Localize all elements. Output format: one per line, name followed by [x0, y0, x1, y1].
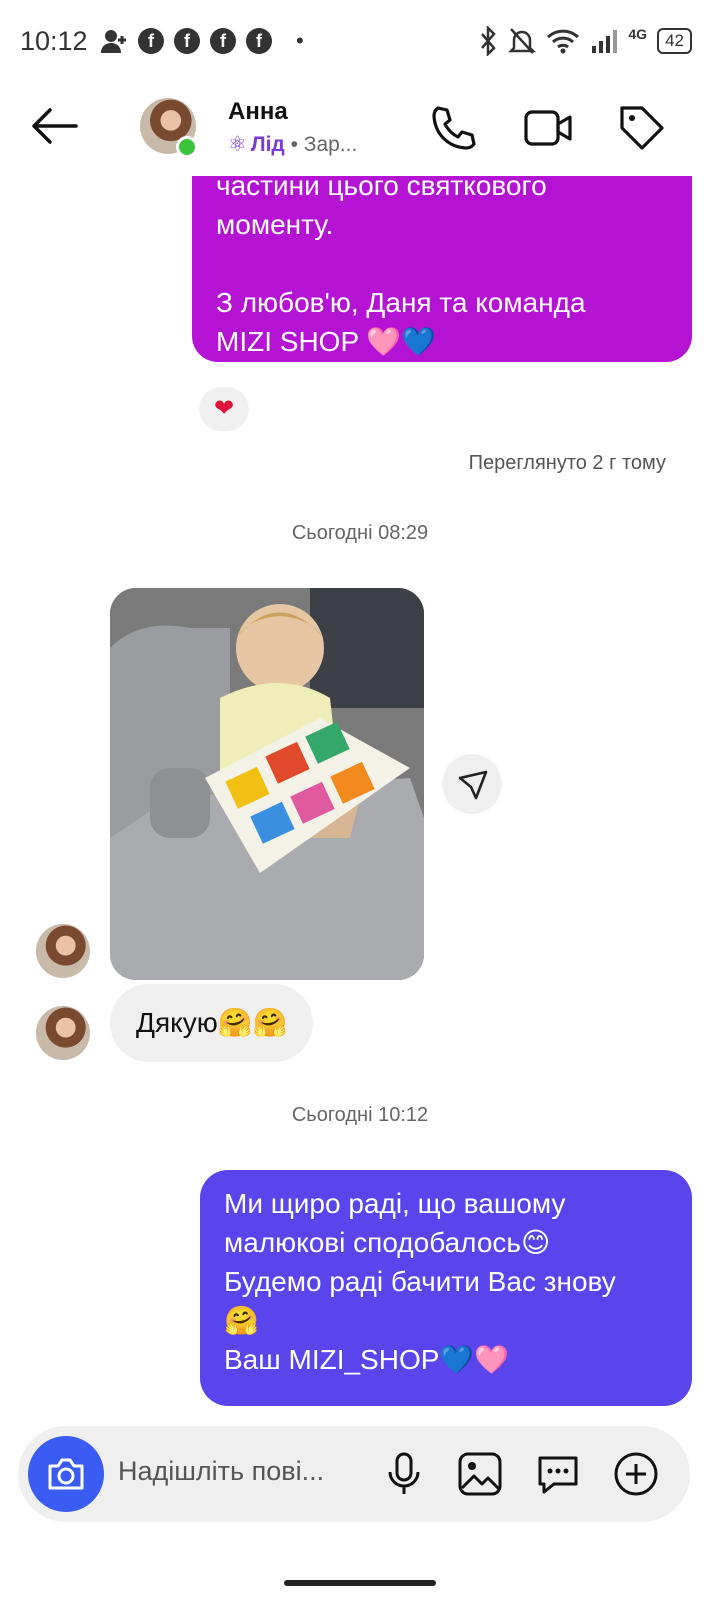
photo-image: [110, 588, 424, 980]
contact-name[interactable]: Анна: [228, 98, 288, 126]
wifi-icon: [547, 29, 580, 54]
battery-level: 42: [657, 28, 692, 54]
facebook-icon: f: [210, 28, 236, 54]
lead-icon: ⚛: [228, 133, 247, 156]
outgoing-message[interactable]: частини цього святкового моменту. З любо…: [192, 176, 692, 362]
add-user-icon: [101, 30, 126, 53]
mute-bell-icon: [508, 28, 537, 54]
video-call-icon[interactable]: [522, 102, 574, 154]
camera-button[interactable]: [28, 1436, 104, 1512]
status-preview: • Зар...: [290, 133, 358, 156]
add-plus-icon[interactable]: [612, 1450, 660, 1498]
contact-avatar-small[interactable]: [36, 924, 90, 978]
status-bar: 10:12 f f f f • 4G 42: [0, 0, 720, 84]
facebook-icon: f: [138, 28, 164, 54]
microphone-icon[interactable]: [380, 1450, 428, 1498]
share-send-icon[interactable]: [442, 754, 502, 814]
gallery-icon[interactable]: [456, 1450, 504, 1498]
chat-header: Анна ⚛ Лід • Зар...: [0, 84, 720, 176]
contact-meta[interactable]: ⚛ Лід • Зар...: [228, 132, 357, 157]
photo-message[interactable]: [110, 588, 424, 980]
bluetooth-icon: [481, 26, 497, 56]
online-status-indicator: [176, 136, 198, 158]
day-separator: Сьогодні 10:12: [291, 1104, 429, 1126]
home-indicator[interactable]: [284, 1580, 436, 1586]
contact-avatar-small[interactable]: [36, 1006, 90, 1060]
outgoing-message[interactable]: Ми щиро раді, що вашому малюкові сподоба…: [200, 1170, 692, 1406]
sticker-message-icon[interactable]: [534, 1450, 582, 1498]
message-input[interactable]: [118, 1456, 378, 1487]
notification-icons: f f f f •: [100, 28, 304, 54]
more-dot-icon: •: [296, 28, 304, 53]
seen-status: Переглянуто 2 г тому: [468, 452, 666, 474]
facebook-icon: f: [246, 28, 272, 54]
message-composer: [18, 1426, 690, 1522]
signal-icon: [592, 30, 618, 53]
tag-icon[interactable]: [616, 102, 668, 154]
status-time: 10:12: [20, 26, 88, 56]
day-separator: Сьогодні 08:29: [291, 522, 429, 544]
facebook-icon: f: [174, 28, 200, 54]
incoming-message[interactable]: Дякую🤗🤗: [110, 984, 314, 1062]
back-arrow-icon[interactable]: [30, 106, 80, 146]
system-icons: 4G 42: [478, 26, 692, 56]
message-thread[interactable]: частини цього святкового моменту. З любо…: [0, 176, 720, 1418]
camera-icon: [48, 1458, 84, 1490]
heart-reaction[interactable]: ❤: [196, 384, 252, 434]
lead-label: Лід: [250, 133, 285, 156]
phone-call-icon[interactable]: [428, 102, 480, 154]
network-type: 4G: [628, 26, 648, 42]
